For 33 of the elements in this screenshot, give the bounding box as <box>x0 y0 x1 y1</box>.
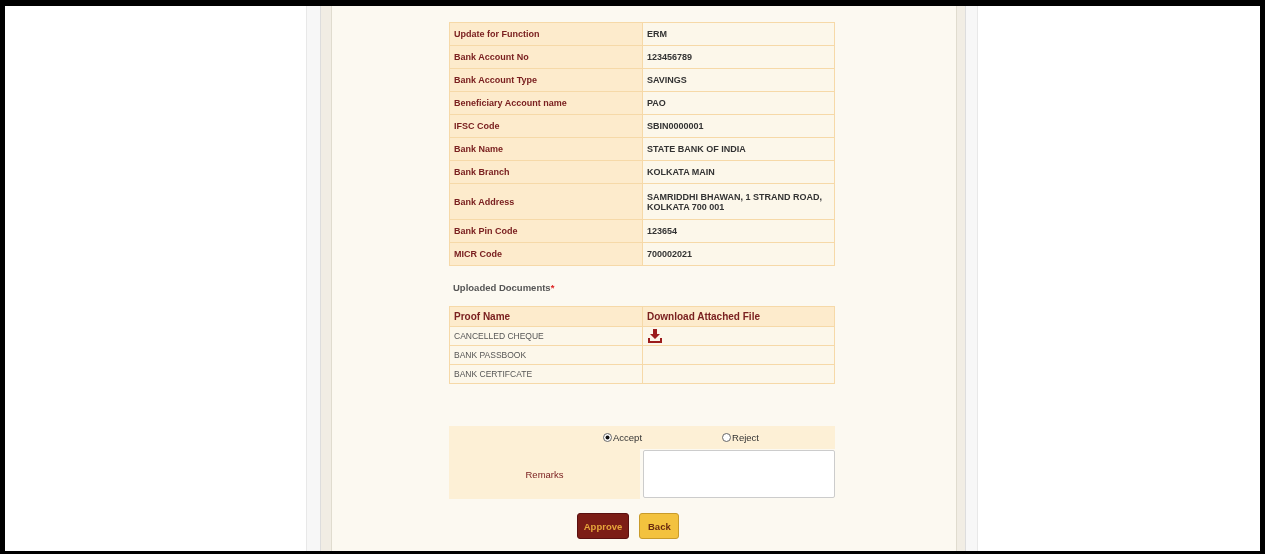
field-value: SAMRIDDHI BHAWAN, 1 STRAND ROAD, KOLKATA 700 001 <box>642 183 835 220</box>
field-label: MICR Code <box>449 242 643 266</box>
field-value: 123456789 <box>642 45 835 69</box>
radio-option[interactable]: Reject <box>722 432 759 443</box>
section-heading: Uploaded Documents <box>453 282 551 293</box>
field-value: KOLKATA MAIN <box>642 160 835 184</box>
field-label: Bank Name <box>449 137 643 161</box>
download-icon[interactable] <box>647 329 663 343</box>
field-label: Bank Account Type <box>449 68 643 92</box>
field-value: STATE BANK OF INDIA <box>642 137 835 161</box>
column-header: Download Attached File <box>642 306 835 327</box>
remarks-field[interactable] <box>643 450 835 498</box>
field-label: Bank Address <box>449 183 643 220</box>
action-button[interactable]: Approve <box>577 513 629 539</box>
required-mark: * <box>550 282 555 293</box>
column-header: Proof Name <box>449 306 643 327</box>
field-value: ERM <box>642 22 835 46</box>
field-value: 123654 <box>642 219 835 243</box>
field-label: Beneficiary Account name <box>449 91 643 115</box>
radio-option[interactable]: Accept <box>603 432 643 443</box>
field-value: PAO <box>642 91 835 115</box>
field-value: SBIN0000001 <box>642 114 835 138</box>
field-label: Bank Branch <box>449 160 643 184</box>
field-value: SAVINGS <box>642 68 835 92</box>
field-label: Bank Pin Code <box>449 219 643 243</box>
field-label: Update for Function <box>449 22 643 46</box>
radio-button[interactable] <box>603 433 612 442</box>
field-value: 700002021 <box>642 242 835 266</box>
field-label: IFSC Code <box>449 114 643 138</box>
radio-button[interactable] <box>722 433 732 442</box>
remarks-label: Remarks <box>524 468 565 480</box>
action-button[interactable]: Back <box>639 513 679 539</box>
field-label: Bank Account No <box>449 45 643 69</box>
